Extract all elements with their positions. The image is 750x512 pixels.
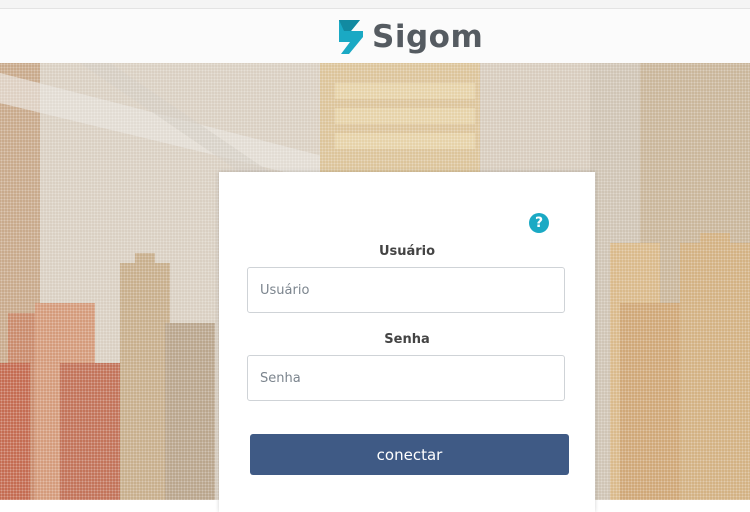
header-bar: Sigom — [0, 9, 750, 63]
connect-button[interactable]: conectar — [250, 434, 569, 475]
help-icon[interactable]: ? — [529, 213, 549, 233]
top-strip — [0, 0, 750, 9]
password-label: Senha — [384, 332, 430, 347]
brand-name: Sigom — [372, 19, 484, 55]
username-label: Usuário — [378, 244, 436, 259]
password-input[interactable] — [247, 355, 565, 401]
username-input[interactable] — [247, 267, 565, 313]
login-card: ? Usuário Senha conectar — [219, 172, 595, 512]
sigom-logo-icon — [339, 20, 363, 54]
brand-logo: Sigom — [336, 17, 483, 57]
